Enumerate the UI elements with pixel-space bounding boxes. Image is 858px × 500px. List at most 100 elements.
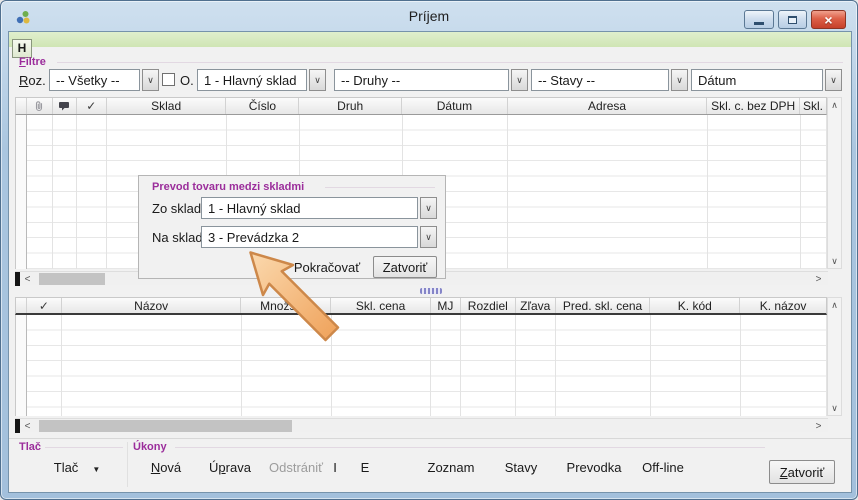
paperclip-icon <box>33 100 45 112</box>
column-header-k-kod[interactable]: K. kód <box>650 298 740 313</box>
minimize-button[interactable] <box>744 10 774 29</box>
grid-column <box>27 315 62 416</box>
grid-column <box>77 115 107 269</box>
maximize-icon <box>788 16 797 24</box>
documents-table-header: ✓ Sklad Číslo Druh Dátum Adresa Skl. c. … <box>15 97 827 115</box>
footer-divider <box>9 438 851 439</box>
grid-column <box>516 315 556 416</box>
filter-states-select[interactable]: -- Stavy -- ∨ <box>531 69 688 91</box>
dialog-title-line <box>325 187 435 188</box>
column-header-mj[interactable]: MJ <box>431 298 461 313</box>
column-header-cislo[interactable]: Číslo <box>226 98 299 114</box>
comment-icon <box>58 101 70 112</box>
filter-date-select[interactable]: Dátum ∨ <box>691 69 842 91</box>
transfer-button[interactable]: Prevodka <box>561 456 627 479</box>
from-warehouse-value[interactable]: 1 - Hlavný sklad <box>201 197 418 219</box>
scrollbar-thumb[interactable] <box>39 273 105 285</box>
filter-states-value[interactable]: -- Stavy -- <box>531 69 669 91</box>
scroll-down-icon[interactable]: ∨ <box>828 254 841 268</box>
filter-date-value[interactable]: Dátum <box>691 69 823 91</box>
close-window-button[interactable]: Zatvoriť <box>769 460 835 484</box>
chevron-down-icon[interactable]: ∨ <box>511 69 528 91</box>
o-checkbox-label: O. <box>180 73 194 88</box>
grid-column <box>508 115 708 269</box>
maximize-button[interactable] <box>778 10 807 29</box>
chevron-down-icon[interactable]: ∨ <box>309 69 326 91</box>
filters-group-line <box>57 62 843 63</box>
column-header-rozdiel[interactable]: Rozdiel <box>461 298 516 313</box>
splitter-grip[interactable] <box>420 288 442 294</box>
items-table-body[interactable] <box>15 315 827 416</box>
minimize-icon <box>754 22 764 25</box>
import-button[interactable]: I <box>325 456 345 479</box>
filters-group-label: Filtre <box>19 56 46 68</box>
comment-column-header[interactable] <box>53 98 77 114</box>
column-header-adresa[interactable]: Adresa <box>508 98 708 114</box>
dialog-close-button[interactable]: Zatvoriť <box>373 256 437 278</box>
column-header-datum[interactable]: Dátum <box>402 98 508 114</box>
column-header-skl[interactable]: Skl. <box>800 98 826 114</box>
scroll-down-icon[interactable]: ∨ <box>828 401 841 415</box>
grid-column <box>708 115 801 269</box>
column-header-pred-skl-cena[interactable]: Pred. skl. cena <box>556 298 651 313</box>
close-button[interactable]: × <box>811 10 846 29</box>
attachment-column-header[interactable] <box>27 98 53 114</box>
items-vertical-scrollbar[interactable]: ∧ ∨ <box>827 297 842 416</box>
filter-types-select[interactable]: -- Druhy -- ∨ <box>334 69 528 91</box>
chevron-down-icon[interactable]: ∨ <box>671 69 688 91</box>
menu-strip <box>9 32 851 47</box>
filter-warehouse-value[interactable]: 1 - Hlavný sklad <box>197 69 307 91</box>
filter-types-value[interactable]: -- Druhy -- <box>334 69 509 91</box>
scrollbar-thumb[interactable] <box>39 420 292 432</box>
scroll-up-icon[interactable]: ∧ <box>828 298 841 312</box>
scroll-right-icon[interactable]: > <box>811 272 826 286</box>
column-header-zlava[interactable]: Zľava <box>516 298 556 313</box>
title-bar[interactable]: Príjem × <box>1 1 857 31</box>
grid-column <box>556 315 651 416</box>
check-column-header[interactable]: ✓ <box>77 98 107 114</box>
offline-button[interactable]: Off-line <box>635 456 691 479</box>
from-warehouse-label: Zo skladu <box>152 201 208 216</box>
chevron-down-icon[interactable]: ∨ <box>142 69 159 91</box>
list-button[interactable]: Zoznam <box>419 456 483 479</box>
column-header-druh[interactable]: Druh <box>299 98 402 114</box>
annotation-arrow-icon <box>243 245 368 370</box>
footer-group-divider <box>127 442 128 487</box>
actions-group-label: Úkony <box>133 441 167 453</box>
print-group-line <box>45 447 123 448</box>
column-header-nazov[interactable]: Názov <box>62 298 242 313</box>
grid-column <box>27 115 53 269</box>
scroll-left-icon[interactable]: < <box>20 272 35 286</box>
items-horizontal-scrollbar[interactable]: < > <box>15 418 828 432</box>
filter-all-value[interactable]: -- Všetky -- <box>49 69 140 91</box>
edit-button[interactable]: Úprava <box>201 456 259 479</box>
to-warehouse-label: Na sklad <box>152 230 203 245</box>
grid-column <box>16 315 27 416</box>
chevron-down-icon[interactable]: ∨ <box>420 197 437 219</box>
window-title: Príjem <box>1 8 857 24</box>
grid-column <box>461 315 516 416</box>
grid-column <box>741 315 827 416</box>
documents-vertical-scrollbar[interactable]: ∧ ∨ <box>827 97 842 269</box>
column-header-k-nazov[interactable]: K. názov <box>740 298 826 313</box>
column-header-sklad[interactable]: Sklad <box>107 98 227 114</box>
items-table-header: ✓ Názov Množstvo Skl. cena MJ Rozdiel Zľ… <box>15 297 827 315</box>
filter-all-select[interactable]: -- Všetky -- ∨ <box>49 69 159 91</box>
grid-column <box>431 315 461 416</box>
new-button[interactable]: Nová <box>141 456 191 479</box>
scroll-left-icon[interactable]: < <box>20 419 35 433</box>
export-button[interactable]: E <box>355 456 375 479</box>
check-column-header[interactable]: ✓ <box>27 298 62 313</box>
column-header-skl-c-bez-dph[interactable]: Skl. c. bez DPH <box>707 98 800 114</box>
scroll-right-icon[interactable]: > <box>811 419 826 433</box>
o-checkbox[interactable] <box>162 73 175 86</box>
from-warehouse-select[interactable]: 1 - Hlavný sklad ∨ <box>201 197 437 219</box>
filter-warehouse-select[interactable]: 1 - Hlavný sklad ∨ <box>197 69 326 91</box>
print-button[interactable]: Tlač▼ <box>35 456 119 479</box>
grid-column <box>53 115 77 269</box>
chevron-down-icon[interactable]: ∨ <box>420 226 437 248</box>
delete-button[interactable]: Odstrániť <box>263 456 329 479</box>
states-button[interactable]: Stavy <box>497 456 545 479</box>
chevron-down-icon[interactable]: ∨ <box>825 69 842 91</box>
scroll-up-icon[interactable]: ∧ <box>828 98 841 112</box>
